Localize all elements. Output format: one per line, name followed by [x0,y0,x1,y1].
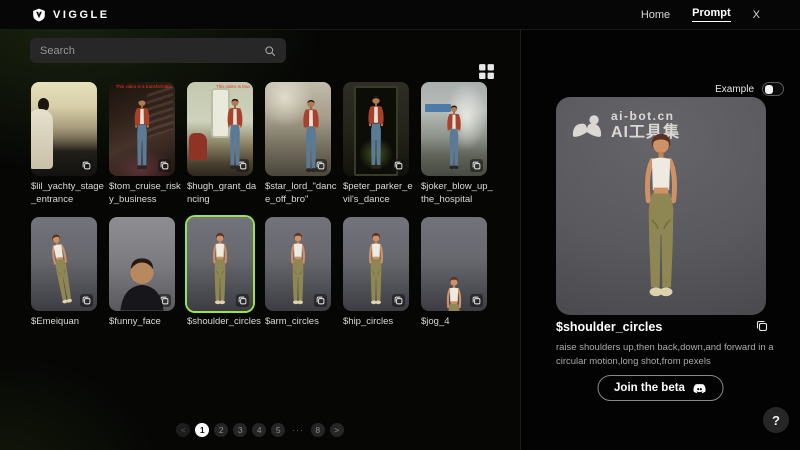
card-thumbnail[interactable]: This video is a transformatio [109,82,175,176]
detail-title: $shoulder_circles [556,320,662,334]
brand[interactable]: VIGGLE [32,8,110,22]
pagination-ellipsis: ··· [290,423,306,437]
nav-x[interactable]: X [753,9,760,21]
pagination-page-3[interactable]: 3 [233,423,247,437]
card-notice: This video is a transformatio [116,84,172,89]
nav-home[interactable]: Home [641,9,670,21]
gallery-card[interactable]: $star_lord_"dance_off_bro" [265,82,331,207]
gallery-card[interactable]: $joker_blow_up_the_hospital [421,82,487,207]
card-label: $shoulder_circles [187,316,261,329]
gallery-card[interactable]: $jog_4 [421,217,487,329]
card-figure [215,96,253,173]
card-label: $arm_circles [265,316,339,329]
top-bar: VIGGLE Home Prompt X [0,0,800,30]
card-notice: This video is tran [216,84,250,89]
copy-prompt-button[interactable] [756,320,768,332]
grid-icon [478,63,495,80]
card-thumbnail[interactable] [265,82,331,176]
card-thumbnail[interactable] [31,217,97,311]
join-beta-label: Join the beta [614,382,685,394]
template-grid: $lil_yachty_stage_entrance This video is… [31,82,487,328]
brand-label: VIGGLE [53,9,110,21]
card-label: $star_lord_"dance_off_bro" [265,181,339,207]
detail-description: raise shoulders up,then back,down,and fo… [556,341,774,370]
grid-view-button[interactable] [478,63,495,80]
card-figure [278,231,318,308]
card-label: $lil_yachty_stage_entrance [31,181,105,207]
preview-character [613,129,709,305]
card-figure [200,231,240,308]
aibot-logo-icon [571,114,603,139]
card-label: $Emeiquan [31,316,105,329]
search-input[interactable] [40,45,264,57]
card-thumbnail[interactable] [265,217,331,311]
pagination-page-8[interactable]: 8 [311,423,325,437]
pagination: < 1 2 3 4 5 ··· 8 > [0,423,520,437]
gallery-panel: $lil_yachty_stage_entrance This video is… [0,30,520,450]
card-label: $hip_circles [343,316,417,329]
card-thumbnail[interactable] [31,82,97,176]
card-label: $jog_4 [421,316,495,329]
card-label: $joker_blow_up_the_hospital [421,181,495,207]
card-label: $tom_cruise_risky_business [109,181,183,207]
gallery-card[interactable]: This video is tran $hugh_grant_dancing [187,82,253,207]
card-label: $hugh_grant_dancing [187,181,261,207]
card-label: $funny_face [109,316,183,329]
card-figure [356,231,396,308]
main-area: $lil_yachty_stage_entrance This video is… [0,30,800,450]
gallery-card[interactable]: $hip_circles [343,217,409,329]
card-figure [434,103,474,173]
search-bar[interactable] [30,38,286,63]
gallery-card[interactable]: $Emeiquan [31,217,97,329]
card-thumbnail[interactable]: This video is tran [187,82,253,176]
example-label: Example [715,84,754,95]
copy-icon [756,320,768,332]
example-preview: ai-bot.cn AI工具集 [556,97,766,315]
card-thumbnail[interactable] [421,217,487,311]
gallery-card[interactable]: $funny_face [109,217,175,329]
card-label: $peter_parker_evil's_dance [343,181,417,207]
card-figure [36,230,88,311]
pagination-prev[interactable]: < [176,423,190,437]
card-thumbnail[interactable] [187,217,253,311]
card-figure [434,217,474,311]
pagination-page-4[interactable]: 4 [252,423,266,437]
gallery-card[interactable]: $peter_parker_evil's_dance [343,82,409,207]
watermark-site: ai-bot.cn [611,110,680,124]
card-figure [109,217,175,311]
gallery-card[interactable]: This video is a transformatio $tom_cruis… [109,82,175,207]
nav-prompt[interactable]: Prompt [692,7,731,22]
help-button[interactable]: ? [763,407,789,433]
card-thumbnail[interactable] [343,217,409,311]
card-figure [356,93,396,173]
gallery-card[interactable]: $lil_yachty_stage_entrance [31,82,97,207]
card-figure [122,96,162,173]
pagination-page-2[interactable]: 2 [214,423,228,437]
pagination-next[interactable]: > [330,423,344,437]
card-thumbnail[interactable] [109,217,175,311]
pagination-page-5[interactable]: 5 [271,423,285,437]
detail-header: $shoulder_circles [556,320,768,334]
card-figure [44,96,84,173]
top-nav: Home Prompt X [641,7,760,22]
join-beta-button[interactable]: Join the beta [597,375,724,401]
gallery-card[interactable]: $arm_circles [265,217,331,329]
card-thumbnail[interactable] [421,82,487,176]
example-toggle[interactable] [762,82,784,96]
search-icon[interactable] [264,45,276,57]
card-figure [291,85,331,176]
pagination-page-1[interactable]: 1 [195,423,209,437]
viggle-logo-icon [32,8,46,22]
gallery-card-selected[interactable]: $shoulder_circles [187,217,253,329]
discord-icon [693,383,707,394]
detail-panel: Example ai-bot.cn AI工具集 $shoulder_circle [520,30,800,450]
card-thumbnail[interactable] [343,82,409,176]
example-row: Example [715,82,784,96]
toggle-knob-icon [765,85,773,94]
